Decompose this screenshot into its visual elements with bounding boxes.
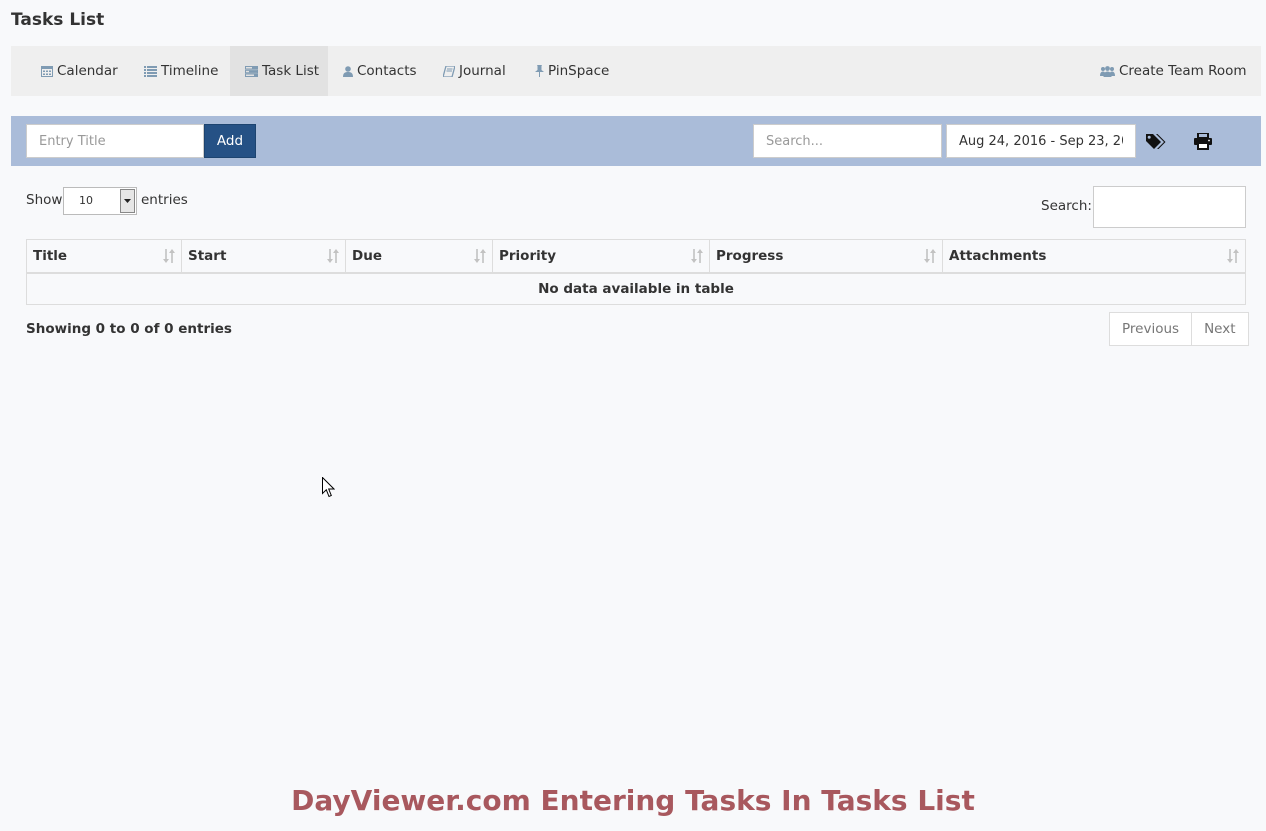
nav-item-calendar[interactable]: Calendar — [41, 46, 118, 96]
nav-label: Create Team Room — [1119, 63, 1247, 79]
previous-page-button[interactable]: Previous — [1110, 313, 1191, 345]
column-header-start[interactable]: Start — [181, 239, 346, 274]
column-header-title[interactable]: Title — [26, 239, 182, 274]
sort-icon — [1227, 249, 1239, 267]
user-icon — [343, 65, 353, 77]
tasks-icon — [245, 65, 258, 77]
entry-title-input[interactable] — [26, 124, 204, 158]
nav-item-pinspace[interactable]: PinSpace — [535, 46, 609, 96]
sort-icon — [474, 249, 486, 267]
page-length-select[interactable]: 10 — [63, 187, 137, 215]
create-team-room-button[interactable]: Create Team Room — [1100, 46, 1247, 96]
main-nav: Calendar Timeline Task List Contacts Jou… — [11, 46, 1261, 96]
table-info: Showing 0 to 0 of 0 entries — [26, 321, 232, 337]
list-icon — [144, 65, 157, 77]
nav-label: Timeline — [161, 63, 219, 79]
sort-icon — [924, 249, 936, 267]
sort-icon — [163, 249, 175, 267]
nav-item-journal[interactable]: Journal — [443, 46, 506, 96]
watermark-caption: DayViewer.com Entering Tasks In Tasks Li… — [291, 784, 975, 817]
calendar-icon — [41, 65, 53, 77]
nav-label: Contacts — [357, 63, 417, 79]
pagination: Previous Next — [1109, 312, 1249, 346]
sort-icon — [691, 249, 703, 267]
column-header-due[interactable]: Due — [345, 239, 493, 274]
show-label: Show — [26, 192, 63, 208]
table-search-input[interactable] — [1093, 186, 1246, 228]
page-title: Tasks List — [11, 10, 105, 30]
column-header-attachments[interactable]: Attachments — [942, 239, 1246, 274]
tags-icon[interactable] — [1146, 131, 1168, 151]
nav-item-timeline[interactable]: Timeline — [144, 46, 218, 96]
nav-item-contacts[interactable]: Contacts — [343, 46, 417, 96]
toolbar-search-input[interactable] — [753, 124, 942, 158]
entries-label: entries — [141, 192, 188, 208]
next-page-button[interactable]: Next — [1191, 313, 1247, 345]
date-range-input[interactable] — [946, 124, 1136, 158]
sort-icon — [327, 249, 339, 267]
column-header-progress[interactable]: Progress — [709, 239, 943, 274]
add-button[interactable]: Add — [204, 124, 256, 158]
table-row: No data available in table — [26, 272, 1246, 305]
nav-label: Calendar — [57, 63, 118, 79]
nav-item-task-list[interactable]: Task List — [230, 46, 328, 96]
nav-label: PinSpace — [548, 63, 610, 79]
mouse-cursor — [322, 476, 336, 502]
nav-label: Journal — [459, 63, 506, 79]
users-icon — [1100, 65, 1115, 77]
chevron-down-icon[interactable] — [120, 189, 135, 213]
book-icon — [443, 65, 455, 77]
empty-table-message: No data available in table — [26, 272, 1246, 305]
page-length-value: 10 — [79, 194, 93, 207]
entry-toolbar: Add — [11, 116, 1261, 166]
table-search-label: Search: — [1041, 198, 1092, 214]
pin-icon — [535, 65, 544, 77]
nav-label: Task List — [262, 63, 320, 79]
tasks-table: Title Start Due Priority Progress Attach… — [26, 239, 1246, 305]
print-icon[interactable] — [1192, 131, 1214, 151]
column-header-priority[interactable]: Priority — [492, 239, 710, 274]
